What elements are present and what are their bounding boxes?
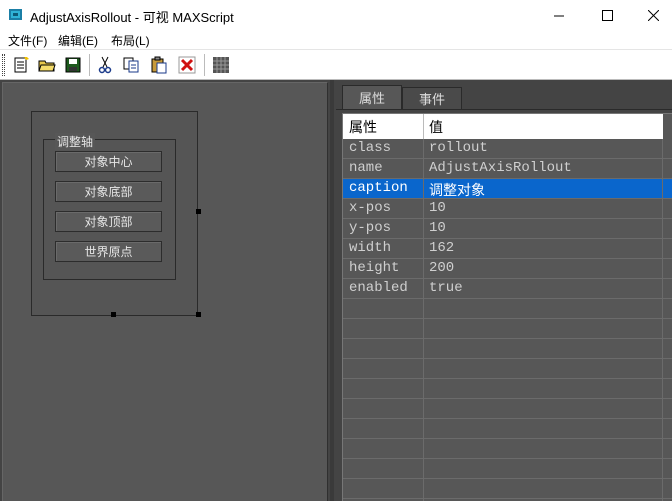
prop-value: rollout xyxy=(429,140,488,156)
table-row-empty xyxy=(343,419,672,439)
prop-name: enabled xyxy=(349,280,408,296)
table-row-empty xyxy=(343,339,672,359)
maximize-button[interactable] xyxy=(584,0,630,30)
delete-button[interactable] xyxy=(176,54,198,76)
table-row-empty xyxy=(343,439,672,459)
btn-object-center[interactable]: 对象中心 xyxy=(55,151,162,172)
maximize-icon xyxy=(601,9,613,21)
prop-value: 200 xyxy=(429,260,455,276)
table-row[interactable]: y-pos 10 xyxy=(343,219,672,239)
table-row-empty xyxy=(343,379,672,399)
copy-button[interactable] xyxy=(120,54,142,76)
btn-object-bottom[interactable]: 对象底部 xyxy=(55,181,162,202)
table-row[interactable]: x-pos 10 xyxy=(343,199,672,219)
header-property[interactable]: 属性 xyxy=(349,117,377,137)
property-panel: 事件 属性 属性 值 class rollout name AdjustAxis… xyxy=(334,80,672,501)
table-row-empty xyxy=(343,299,672,319)
table-row-empty xyxy=(343,359,672,379)
design-panel: 调整轴 对象中心 对象底部 对象顶部 世界原点 xyxy=(0,80,332,501)
prop-name: x-pos xyxy=(349,200,392,216)
prop-name: y-pos xyxy=(349,220,392,236)
copy-icon xyxy=(123,57,139,73)
close-button[interactable] xyxy=(630,0,672,30)
groupbox-label: 调整轴 xyxy=(55,133,96,150)
grid-header: 属性 值 xyxy=(343,114,663,139)
table-row[interactable]: width 162 xyxy=(343,239,672,259)
prop-name: width xyxy=(349,240,392,256)
toolbar-separator xyxy=(89,54,90,76)
table-row-empty xyxy=(343,479,672,499)
column-divider xyxy=(423,139,424,501)
btn-world-origin[interactable]: 世界原点 xyxy=(55,241,162,262)
new-file-button[interactable] xyxy=(10,54,32,76)
paste-icon xyxy=(151,56,167,74)
prop-name: caption xyxy=(349,180,408,196)
open-folder-icon xyxy=(38,60,56,72)
prop-value: AdjustAxisRollout xyxy=(429,160,572,176)
tab-underline xyxy=(336,109,672,110)
table-row[interactable]: enabled true xyxy=(343,279,672,299)
table-row[interactable]: height 200 xyxy=(343,259,672,279)
close-icon xyxy=(647,9,659,21)
btn-object-top[interactable]: 对象顶部 xyxy=(55,211,162,232)
prop-value: true xyxy=(429,280,463,296)
prop-value: 10 xyxy=(429,200,446,216)
menu-file[interactable]: 文件(F) xyxy=(8,32,47,49)
grid-icon xyxy=(213,57,229,73)
prop-value[interactable]: 调整对象 xyxy=(429,180,485,200)
toolbar-separator xyxy=(204,54,205,76)
prop-name: height xyxy=(349,260,400,276)
maxscript-app-icon xyxy=(9,9,22,20)
minimize-button[interactable] xyxy=(536,0,582,30)
paste-button[interactable] xyxy=(148,54,170,76)
resize-handle-bottom[interactable] xyxy=(111,312,116,317)
resize-handle-right[interactable] xyxy=(196,209,201,214)
menu-layout[interactable]: 布局(L) xyxy=(111,32,150,49)
prop-name: name xyxy=(349,160,383,176)
tab-properties[interactable]: 属性 xyxy=(342,85,402,109)
design-canvas[interactable]: 调整轴 对象中心 对象底部 对象顶部 世界原点 xyxy=(2,82,328,501)
open-button[interactable] xyxy=(36,54,58,76)
prop-name: class xyxy=(349,140,392,156)
property-grid: 属性 值 class rollout name AdjustAxisRollou… xyxy=(342,113,672,501)
cut-icon xyxy=(98,56,112,74)
window-title: AdjustAxisRollout - 可视 MAXScript xyxy=(30,10,234,25)
minimize-icon xyxy=(553,15,564,16)
prop-value: 162 xyxy=(429,240,455,256)
table-row-selected[interactable]: caption 调整对象 xyxy=(343,179,672,199)
save-icon xyxy=(65,57,81,73)
table-row-empty xyxy=(343,399,672,419)
save-button[interactable] xyxy=(62,54,84,76)
table-row-empty xyxy=(343,319,672,339)
table-row-empty xyxy=(343,459,672,479)
resize-handle-corner[interactable] xyxy=(196,312,201,317)
cut-button[interactable] xyxy=(94,54,116,76)
prop-value: 10 xyxy=(429,220,446,236)
table-row[interactable]: class rollout xyxy=(343,139,672,159)
delete-icon xyxy=(178,56,196,74)
header-divider[interactable] xyxy=(423,114,424,139)
toolbar-grip[interactable] xyxy=(2,54,5,76)
grid-toggle-button[interactable] xyxy=(210,54,232,76)
column-divider xyxy=(662,139,663,501)
toolbar xyxy=(0,50,672,80)
tab-events[interactable]: 事件 xyxy=(402,87,462,109)
new-file-icon xyxy=(14,57,29,73)
table-row[interactable]: name AdjustAxisRollout xyxy=(343,159,672,179)
menu-bar: 文件(F) 编辑(E) 布局(L) xyxy=(0,30,672,50)
menu-edit[interactable]: 编辑(E) xyxy=(58,32,98,49)
title-bar: AdjustAxisRollout - 可视 MAXScript xyxy=(0,0,672,30)
header-value[interactable]: 值 xyxy=(429,117,443,137)
